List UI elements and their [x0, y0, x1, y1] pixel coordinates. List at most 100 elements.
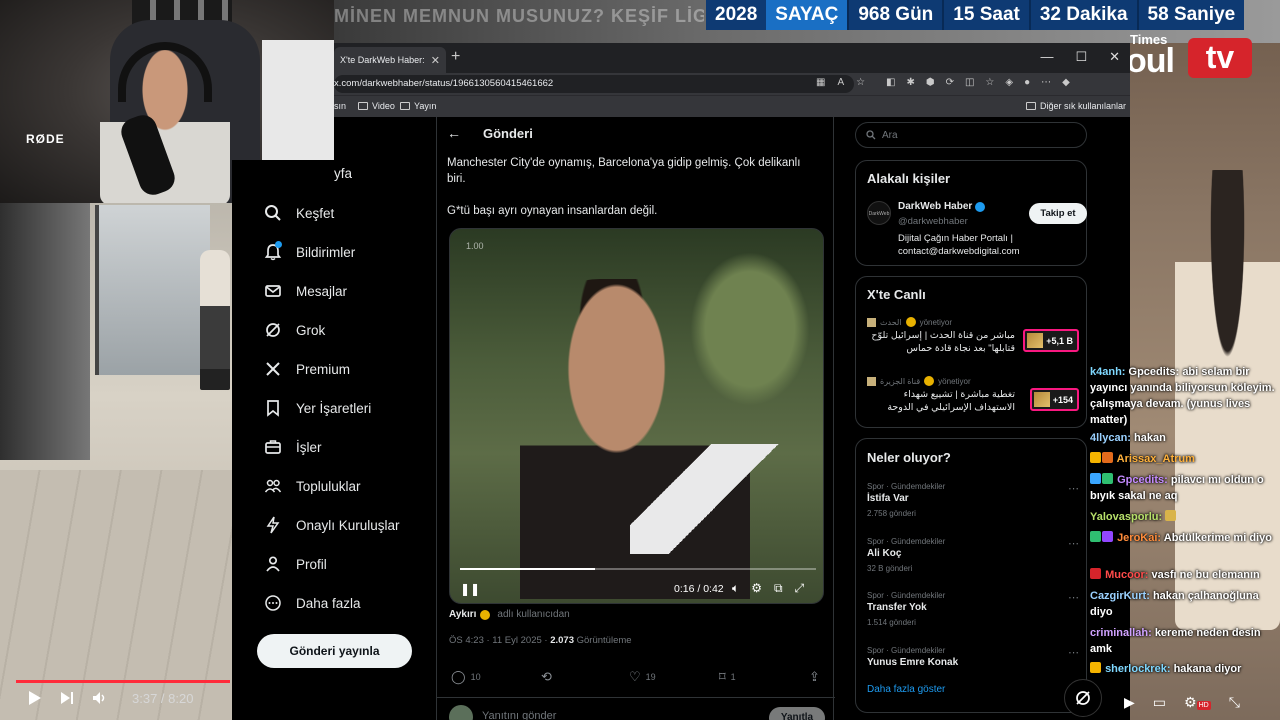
more-dots-icon[interactable]: ⋯ [1068, 482, 1079, 495]
video-control-icons: 🔈︎ ⚙ ⧉ ⤢ [732, 581, 804, 596]
live-source-name: قناة الجزيرة [880, 376, 921, 386]
favorites-icon[interactable]: ☆ [985, 77, 994, 88]
nav-item-grok[interactable]: Grok [264, 321, 325, 339]
copilot-icon[interactable]: ◆ [1062, 77, 1070, 88]
favorite-star-icon[interactable]: ☆ [856, 77, 865, 88]
share-action[interactable]: ⇪ [809, 669, 820, 685]
subtitles-icon[interactable]: ▭ [1153, 694, 1166, 711]
pause-icon[interactable]: ❚❚ [460, 582, 480, 596]
post-timestamp[interactable]: ÖS 4:23 · 11 Eyl 2025 · [449, 635, 550, 646]
stream-progress-bar[interactable] [16, 680, 230, 683]
bookmark-video[interactable]: Video [358, 101, 395, 111]
grok-icon [1076, 691, 1090, 705]
post-button[interactable]: Gönderi yayınla [257, 634, 412, 668]
more-dots-icon[interactable]: ⋯ [1068, 591, 1079, 604]
volume-icon[interactable] [92, 691, 108, 705]
post-video[interactable]: 1.00 ❚❚ 0:16 / 0:42 🔈︎ ⚙ ⧉ ⤢ [449, 228, 824, 604]
bookmark-yayin[interactable]: Yayın [400, 101, 436, 111]
app-icon[interactable]: ▦ [816, 77, 825, 88]
heart-icon: ♡ [629, 669, 641, 684]
close-window-icon[interactable]: ✕ [1109, 49, 1120, 65]
reply-input[interactable]: Yanıtını gönder [482, 710, 556, 720]
minimize-icon[interactable]: — [1040, 49, 1053, 65]
close-icon[interactable]: ✕ [431, 54, 440, 67]
reply-action[interactable]: ◯ 10 [451, 669, 481, 685]
nav-item-messages[interactable]: Mesajlar [264, 282, 347, 300]
channel-logo: Times oul tv [1126, 32, 1254, 82]
extension-icon[interactable]: ◧ [886, 77, 895, 88]
more-dots-icon[interactable]: ⋯ [1068, 537, 1079, 550]
browser-tab[interactable]: X'te DarkWeb Haber: "Ke ✕ [334, 47, 446, 73]
bookmark-partial[interactable]: sın [334, 101, 346, 111]
right-sidebar: Ara Alakalı kişiler DarkWeb DarkWeb Habe… [854, 117, 1094, 720]
pip-icon[interactable]: ⧉ [774, 581, 783, 596]
settings-gear-icon[interactable]: ⚙ [751, 581, 762, 596]
folder-icon [400, 102, 410, 110]
trend-name: Yunus Emre Konak [867, 657, 959, 668]
stream-video-controls: 3:37 / 8:20 [28, 690, 193, 706]
countdown-days: 968 Gün [847, 0, 942, 30]
split-screen-icon[interactable]: ◫ [965, 77, 974, 88]
new-tab-icon[interactable]: + [451, 48, 460, 66]
chat-message: JeroKai: Abdülkerime mi diyo [1090, 530, 1276, 546]
chat-username: Mucoor: [1105, 569, 1149, 581]
url-field[interactable]: x.com/darkwebhaber/status/19661305604154… [334, 75, 854, 93]
video-progress-bar[interactable] [460, 568, 816, 570]
search-input[interactable]: Ara [855, 122, 1087, 148]
chat-username: Gpcedits: [1117, 474, 1168, 486]
fullscreen-icon[interactable]: ⤢ [795, 581, 805, 596]
security-icon[interactable]: ◈ [1005, 77, 1013, 88]
nav-item-premium[interactable]: Premium [264, 360, 350, 378]
live-hosting: yönetiyor [938, 376, 971, 386]
settings-gear-icon[interactable]: ⚙ HD [1184, 694, 1211, 711]
live-thumbnail [1027, 333, 1044, 348]
nav-item-home-partial[interactable]: yfa [334, 166, 352, 181]
x-page: ← Gönderi Manchester City'de oynamış, Ba… [334, 117, 1130, 720]
chat-username: sherlockrek: [1105, 663, 1171, 675]
folder-icon [358, 102, 368, 110]
repost-action[interactable]: ⟲ [541, 669, 552, 685]
back-arrow-icon[interactable]: ← [447, 125, 461, 141]
extension-icons: ◧ ✱ ⬢ ⟳ ◫ ☆ ◈ ● ⋯ ◆ [886, 77, 1070, 88]
nav-item-verified-orgs[interactable]: Onaylı Kuruluşlar [264, 516, 400, 534]
refresh-icon[interactable]: ⟳ [946, 77, 954, 88]
chat-message: 4llycan: hakan [1090, 430, 1276, 446]
related-title: Alakalı kişiler [867, 171, 951, 186]
people-icon [264, 479, 282, 493]
nav-item-explore[interactable]: Keşfet [264, 204, 334, 222]
exit-fullscreen-icon[interactable]: ⤡ [1229, 694, 1240, 711]
shield-icon[interactable]: ⬢ [926, 77, 935, 88]
nav-label: Bildirimler [296, 244, 356, 260]
author-name[interactable]: Aykırı [449, 609, 476, 620]
chat-text: hakan [1134, 432, 1166, 444]
maximize-icon[interactable]: ☐ [1075, 49, 1087, 65]
nav-item-communities[interactable]: Topluluklar [264, 477, 361, 495]
nav-item-notifications[interactable]: Bildirimler [264, 241, 356, 261]
play-icon[interactable] [28, 690, 42, 706]
nav-item-more[interactable]: Daha fazla [264, 594, 361, 612]
nav-item-jobs[interactable]: İşler [264, 438, 322, 456]
follow-button[interactable]: Takip et [1029, 203, 1087, 224]
reply-button[interactable]: Yanıtla [769, 707, 825, 720]
grok-floating-button[interactable] [1064, 679, 1102, 717]
show-more-link[interactable]: Daha fazla göster [867, 684, 945, 695]
bookmark-action[interactable]: ⌑ 1 [719, 669, 736, 685]
channel-icon [867, 317, 876, 327]
nav-label: Mesajlar [296, 283, 348, 299]
play-circle-icon[interactable]: ▶ [1124, 694, 1135, 711]
nav-item-bookmarks[interactable]: Yer İşaretleri [264, 399, 371, 417]
more-dots-icon[interactable]: ⋯ [1068, 646, 1079, 659]
read-aloud-icon[interactable]: A [837, 77, 844, 88]
live-card: X'te Canlı الحدث yönetiyor مباشر من قناة … [855, 276, 1087, 428]
menu-dots-icon[interactable]: ⋯ [1041, 77, 1051, 88]
nav-label: Keşfet [296, 205, 335, 221]
like-count: 19 [645, 672, 656, 682]
nav-item-profile[interactable]: Profil [264, 555, 327, 573]
other-bookmarks[interactable]: Diğer sık kullanılanlar [1026, 101, 1126, 111]
next-icon[interactable] [60, 691, 74, 705]
profile-avatar-icon[interactable]: ● [1024, 77, 1030, 88]
nav-label: Topluluklar [296, 478, 361, 494]
volume-icon[interactable]: 🔈︎ [732, 581, 739, 596]
extension-icon[interactable]: ✱ [906, 77, 914, 88]
like-action[interactable]: ♡ 19 [629, 669, 656, 685]
